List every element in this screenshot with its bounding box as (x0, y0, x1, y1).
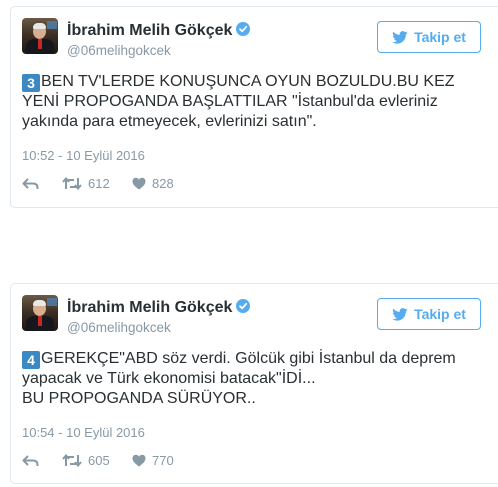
number-badge: 3 (22, 74, 40, 92)
retweet-icon (62, 177, 82, 190)
twitter-bird-icon (392, 307, 408, 321)
verified-badge-icon (236, 299, 251, 313)
follow-button[interactable]: Takip et (377, 21, 481, 53)
author-name-text[interactable]: İbrahim Melih Gökçek (67, 299, 232, 316)
timestamp[interactable]: 10:54 - 10 Eylül 2016 (22, 425, 145, 440)
heart-icon (132, 177, 146, 190)
retweet-count: 612 (88, 176, 110, 191)
like-button[interactable]: 828 (132, 176, 174, 191)
timestamp[interactable]: 10:52 - 10 Eylül 2016 (22, 148, 145, 163)
heart-icon (132, 454, 146, 467)
like-button[interactable]: 770 (132, 453, 174, 468)
avatar[interactable] (22, 18, 58, 54)
author-handle[interactable]: @06melihgokcek (67, 320, 171, 335)
author-name-text[interactable]: İbrahim Melih Gökçek (67, 22, 232, 39)
follow-label: Takip et (414, 306, 466, 322)
retweet-button[interactable]: 612 (62, 176, 132, 191)
reply-button[interactable] (22, 454, 62, 467)
tweet-text: 4 GEREKÇE"ABD söz verdi. Gölcük gibi İsta… (22, 349, 482, 409)
tweet-text-body: GEREKÇE"ABD söz verdi. Gölcük gibi İstan… (22, 350, 456, 407)
tweet-card: İbrahim Melih Gökçek @06melihgokcek Taki… (10, 6, 498, 208)
follow-label: Takip et (414, 29, 466, 45)
follow-button[interactable]: Takip et (377, 298, 481, 330)
tweet-actions: 605 770 (22, 453, 174, 468)
reply-arrow-icon (22, 454, 39, 466)
verified-badge-icon (236, 22, 251, 36)
reply-arrow-icon (22, 177, 39, 189)
tweet-actions: 612 828 (22, 176, 174, 191)
retweet-button[interactable]: 605 (62, 453, 132, 468)
author-handle[interactable]: @06melihgokcek (67, 43, 171, 58)
like-count: 770 (152, 453, 174, 468)
avatar[interactable] (22, 295, 58, 331)
tweet-text-body: BEN TV'LERDE KONUŞUNCA OYUN BOZULDU.BU K… (22, 73, 455, 130)
twitter-bird-icon (392, 30, 408, 44)
retweet-icon (62, 454, 82, 467)
author-name[interactable]: İbrahim Melih Gökçek (67, 299, 251, 317)
author-name[interactable]: İbrahim Melih Gökçek (67, 22, 251, 40)
tweet-card: İbrahim Melih Gökçek @06melihgokcek Taki… (10, 283, 498, 484)
tweet-text: 3 BEN TV'LERDE KONUŞUNCA OYUN BOZULDU.BU … (22, 72, 482, 132)
like-count: 828 (152, 176, 174, 191)
reply-button[interactable] (22, 177, 62, 190)
number-badge: 4 (22, 351, 40, 369)
retweet-count: 605 (88, 453, 110, 468)
